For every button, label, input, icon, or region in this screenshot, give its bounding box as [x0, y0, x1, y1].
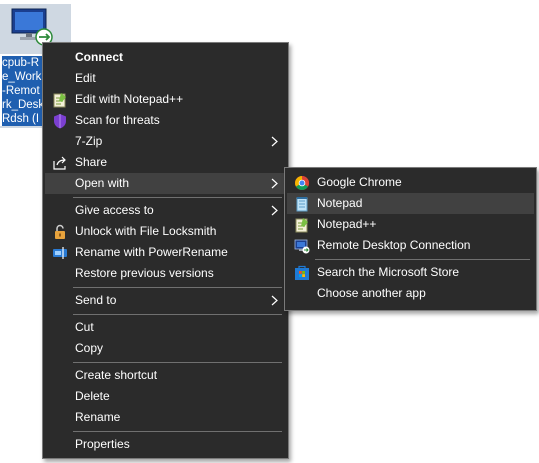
notepad-plus-plus-icon	[53, 93, 66, 108]
chevron-right-icon	[271, 178, 278, 189]
notepad-plus-plus-icon	[295, 218, 308, 233]
menu-item-restore-previous-versions[interactable]: Restore previous versions	[45, 263, 286, 284]
submenu-item-remote-desktop-connection[interactable]: Remote Desktop Connection	[287, 235, 534, 256]
menu-item-label: Rename with PowerRename	[75, 245, 228, 259]
menu-item-label: Connect	[75, 50, 123, 64]
menu-item-rename[interactable]: Rename	[45, 407, 286, 428]
menu-item-label: Share	[75, 155, 108, 169]
remote-desktop-icon	[294, 239, 310, 254]
menu-item-share[interactable]: Share	[45, 152, 286, 173]
submenu-item-label: Choose another app	[317, 286, 426, 300]
menu-item-properties[interactable]: Properties	[45, 434, 286, 455]
menu-item-create-shortcut[interactable]: Create shortcut	[45, 365, 286, 386]
menu-item-label: Edit	[75, 71, 96, 85]
defender-scan-icon	[54, 114, 66, 129]
menu-item-cut[interactable]: Cut	[45, 317, 286, 338]
menu-item-label: Edit with Notepad++	[75, 92, 184, 106]
menu-item-label: Cut	[75, 320, 94, 334]
submenu-item-google-chrome[interactable]: Google Chrome	[287, 172, 534, 193]
chevron-right-icon	[271, 205, 278, 216]
submenu-item-notepad-plus-plus[interactable]: Notepad++	[287, 214, 534, 235]
menu-item-label: Unlock with File Locksmith	[75, 224, 217, 238]
notepad-icon	[296, 197, 308, 212]
context-menu: Connect Edit Edit with Notepad++ Scan fo…	[42, 42, 289, 459]
menu-item-delete[interactable]: Delete	[45, 386, 286, 407]
menu-item-label: Copy	[75, 341, 104, 355]
submenu-item-label: Search the Microsoft Store	[317, 265, 460, 279]
menu-item-edit-with-notepad-plus-plus[interactable]: Edit with Notepad++	[45, 89, 286, 110]
menu-item-label: 7-Zip	[75, 134, 103, 148]
submenu-item-label: Remote Desktop Connection	[317, 238, 471, 252]
open-with-submenu: Google Chrome Notepad Notepad++ Remote D…	[284, 167, 537, 311]
menu-item-open-with[interactable]: Open with	[45, 173, 286, 194]
submenu-item-notepad[interactable]: Notepad	[287, 193, 534, 214]
submenu-item-label: Notepad++	[317, 217, 377, 231]
menu-item-label: Rename	[75, 410, 121, 424]
chrome-icon	[295, 176, 309, 190]
menu-item-label: Delete	[75, 389, 110, 403]
share-icon	[53, 156, 66, 170]
menu-item-label: Give access to	[75, 203, 154, 217]
menu-separator	[73, 362, 282, 363]
menu-separator	[73, 314, 282, 315]
menu-item-scan-for-threats[interactable]: Scan for threats	[45, 110, 286, 131]
menu-item-rename-with-powerrename[interactable]: Rename with PowerRename	[45, 242, 286, 263]
menu-item-connect[interactable]: Connect	[45, 47, 286, 68]
menu-item-edit[interactable]: Edit	[45, 68, 286, 89]
remote-desktop-file-icon	[11, 8, 53, 46]
powerrename-icon	[53, 247, 67, 259]
menu-item-label: Open with	[75, 176, 130, 190]
menu-item-7-zip[interactable]: 7-Zip	[45, 131, 286, 152]
menu-item-label: Scan for threats	[75, 113, 160, 127]
menu-item-label: Restore previous versions	[75, 266, 214, 280]
menu-item-label: Create shortcut	[75, 368, 158, 382]
lock-icon	[55, 224, 65, 239]
submenu-item-choose-another-app[interactable]: Choose another app	[287, 283, 534, 304]
menu-item-unlock-with-file-locksmith[interactable]: Unlock with File Locksmith	[45, 221, 286, 242]
submenu-item-label: Notepad	[317, 196, 363, 210]
menu-item-send-to[interactable]: Send to	[45, 290, 286, 311]
chevron-right-icon	[271, 136, 278, 147]
submenu-item-label: Google Chrome	[317, 175, 402, 189]
menu-separator	[73, 431, 282, 432]
desktop: cpub-R e_Work -Remot rk_Desk Rdsh (I Con…	[0, 0, 539, 463]
menu-separator	[73, 287, 282, 288]
submenu-item-search-the-microsoft-store[interactable]: Search the Microsoft Store	[287, 262, 534, 283]
microsoft-store-icon	[295, 265, 309, 280]
menu-item-label: Properties	[75, 437, 130, 451]
chevron-right-icon	[271, 295, 278, 306]
menu-item-label: Send to	[75, 293, 117, 307]
menu-separator	[73, 197, 282, 198]
menu-item-give-access-to[interactable]: Give access to	[45, 200, 286, 221]
menu-separator	[315, 259, 530, 260]
menu-item-copy[interactable]: Copy	[45, 338, 286, 359]
